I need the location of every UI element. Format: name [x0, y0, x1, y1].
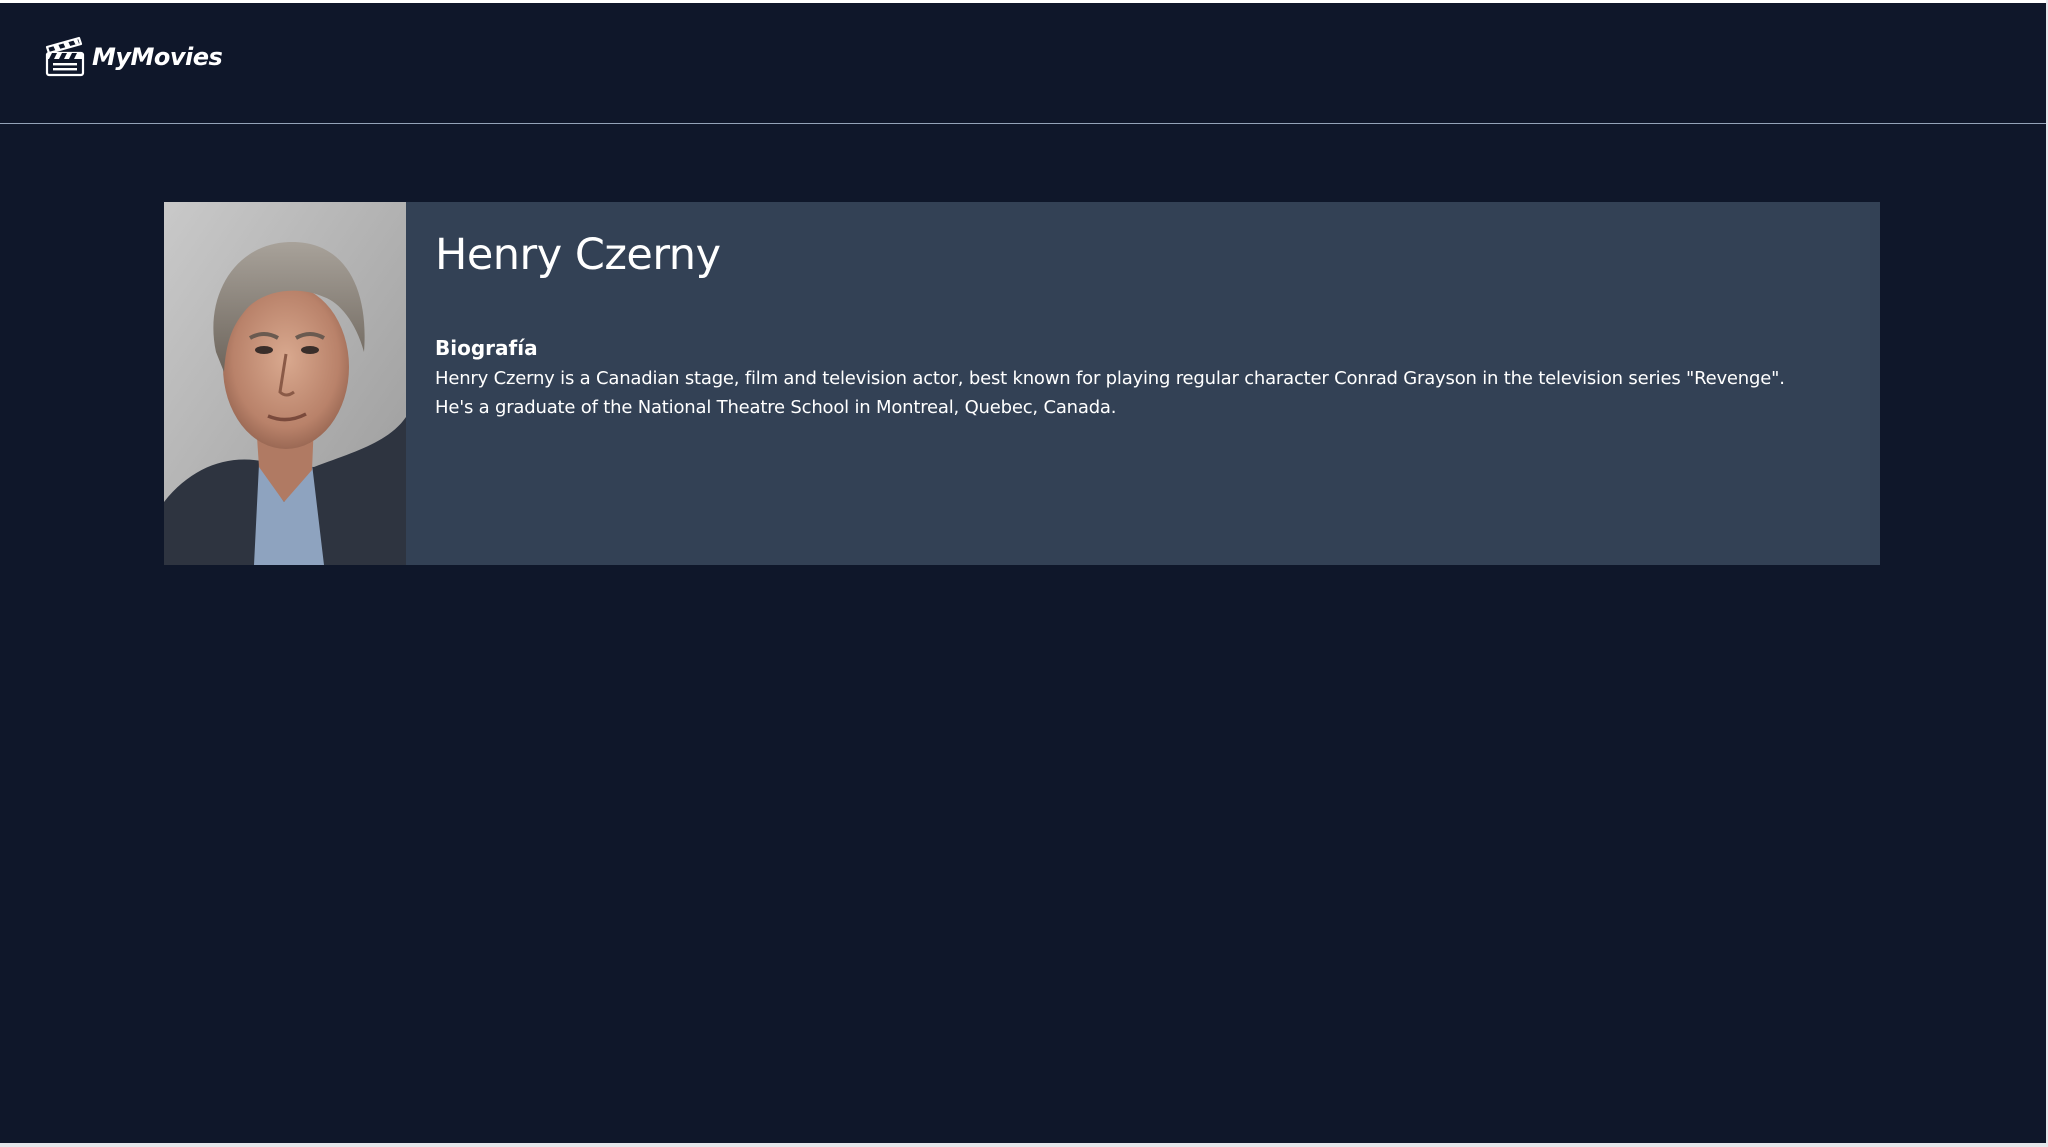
- person-photo: [164, 202, 406, 565]
- page: MyMovies Henry Czerny Biografía Henry Cz…: [0, 0, 2046, 1143]
- biography-heading: Biografía: [435, 335, 538, 360]
- site-header: MyMovies: [0, 3, 2046, 124]
- brand-name: MyMovies: [92, 43, 223, 71]
- biography-text: Henry Czerny is a Canadian stage, film a…: [435, 367, 1785, 418]
- person-name: Henry Czerny: [435, 230, 721, 280]
- person-info: Henry Czerny Biografía Henry Czerny is a…: [406, 202, 1880, 565]
- clapperboard-icon: [45, 36, 85, 77]
- person-card: Henry Czerny Biografía Henry Czerny is a…: [164, 202, 1880, 565]
- brand-logo-link[interactable]: MyMovies: [44, 33, 223, 77]
